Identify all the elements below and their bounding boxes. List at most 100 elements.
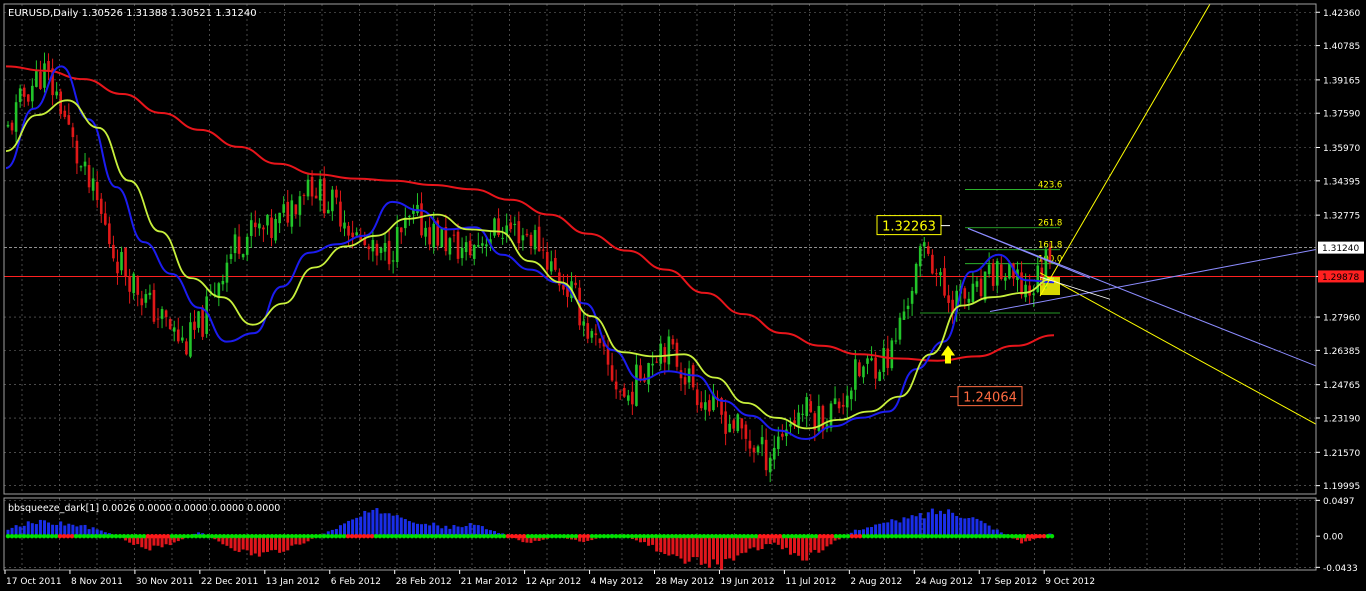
squeeze-dot: [753, 533, 759, 539]
candle-body: [590, 331, 594, 338]
candle-body: [659, 343, 663, 364]
squeeze-dot: [761, 533, 767, 539]
histogram-bar: [663, 536, 667, 555]
squeeze-dot: [477, 533, 483, 539]
candle-body: [140, 298, 144, 306]
squeeze-dot: [953, 533, 959, 539]
candle-body: [306, 179, 310, 197]
histogram-bar: [383, 513, 387, 537]
histogram-bar: [38, 519, 42, 537]
histogram-bar: [930, 508, 934, 537]
squeeze-dot: [465, 533, 471, 539]
squeeze-dot: [885, 533, 891, 539]
candle-body: [420, 203, 423, 236]
candle-body: [736, 414, 740, 432]
squeeze-dot: [521, 533, 527, 539]
histogram-bar: [890, 519, 894, 537]
squeeze-dot: [77, 533, 83, 539]
squeeze-dot: [385, 533, 391, 539]
squeeze-dot: [905, 533, 911, 539]
candle-body: [387, 240, 391, 265]
squeeze-dot: [653, 533, 659, 539]
squeeze-dot: [597, 533, 603, 539]
squeeze-dot: [445, 533, 451, 539]
candle-body: [83, 161, 87, 167]
squeeze-dot: [409, 533, 415, 539]
candle-body: [890, 340, 894, 369]
price-label-high: 1.32263: [882, 220, 936, 235]
squeeze-dot: [845, 533, 851, 539]
candle-body: [517, 221, 521, 244]
candle-body: [286, 201, 290, 223]
squeeze-dot: [569, 533, 575, 539]
candle-body: [967, 298, 971, 303]
candle-body: [935, 273, 938, 275]
squeeze-dot: [533, 533, 539, 539]
histogram-bar: [732, 536, 736, 561]
candle-body: [667, 336, 671, 365]
squeeze-dot: [809, 533, 815, 539]
squeeze-dot: [565, 533, 571, 539]
histogram-bar: [788, 536, 792, 555]
squeeze-dot: [573, 533, 579, 539]
squeeze-dot: [189, 533, 195, 539]
candle-body: [452, 234, 456, 236]
squeeze-dot: [725, 533, 731, 539]
candle-body: [201, 307, 204, 337]
squeeze-dot: [105, 533, 111, 539]
candle-body: [75, 140, 79, 164]
histogram-bar: [659, 536, 663, 553]
candle-body: [760, 437, 764, 445]
squeeze-dot: [13, 533, 19, 539]
squeeze-dot: [101, 533, 107, 539]
chart-header: EURUSD,Daily 1.30526 1.31388 1.30521 1.3…: [8, 8, 257, 19]
squeeze-dot: [601, 533, 607, 539]
squeeze-dot: [109, 533, 115, 539]
candle-body: [991, 263, 995, 286]
candle-body: [647, 363, 650, 385]
candle-body: [987, 264, 991, 275]
histogram-bar: [744, 536, 748, 553]
histogram-bar: [253, 536, 257, 554]
chart-window: 423.6261.8161.8100.01.322631.24064 1.423…: [0, 0, 1366, 591]
candle-body: [529, 234, 533, 246]
candle-body: [35, 71, 38, 87]
squeeze-dot: [225, 533, 231, 539]
squeeze-dot: [557, 533, 563, 539]
candle-body: [927, 246, 930, 254]
histogram-bar: [955, 516, 959, 537]
candle-body: [663, 347, 667, 363]
candle-body: [408, 215, 411, 217]
candle-body: [229, 254, 233, 259]
candle-body: [448, 238, 452, 255]
histogram-bar: [728, 536, 732, 559]
squeeze-dot: [509, 533, 515, 539]
squeeze-dot: [133, 533, 139, 539]
squeeze-dot: [341, 533, 347, 539]
histogram-bar: [26, 521, 30, 537]
candle-body: [39, 71, 42, 89]
squeeze-dot: [377, 533, 383, 539]
indicator-tick-label: -0.0433: [1323, 564, 1358, 574]
squeeze-dot: [457, 533, 463, 539]
squeeze-dot: [365, 533, 371, 539]
candle-body: [164, 310, 168, 318]
candle-body: [618, 391, 622, 393]
candle-body: [756, 446, 760, 453]
squeeze-dot: [929, 533, 935, 539]
candle-body: [10, 122, 14, 131]
histogram-bar: [979, 520, 983, 537]
histogram-bar: [914, 516, 918, 537]
candle-body: [614, 381, 618, 390]
histogram-bar: [947, 509, 951, 537]
candle-body: [671, 339, 675, 345]
candle-body: [310, 176, 314, 197]
squeeze-dot: [129, 533, 135, 539]
candle-body: [610, 365, 614, 381]
candle-body: [878, 371, 881, 381]
squeeze-dot: [625, 533, 631, 539]
y-tick-label: 1.23190: [1323, 415, 1360, 425]
squeeze-dot: [285, 533, 291, 539]
squeeze-dot: [553, 533, 559, 539]
candle-body: [497, 218, 500, 235]
